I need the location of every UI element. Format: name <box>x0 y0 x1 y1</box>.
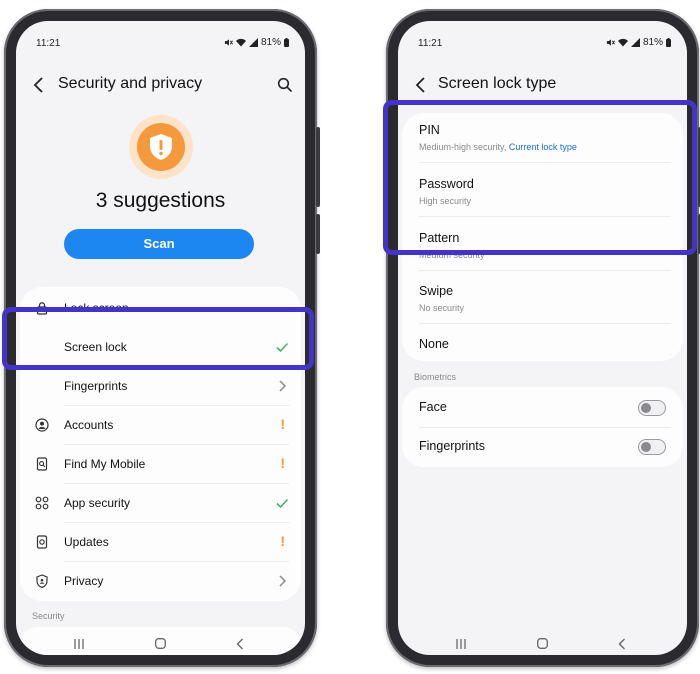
signal-icon <box>248 38 258 47</box>
battery-percent: 81% <box>642 37 663 48</box>
section-header-biometrics: Biometrics <box>414 372 457 382</box>
divider <box>419 323 671 324</box>
option-title: None <box>419 337 449 351</box>
list-item-updates[interactable]: Updates ! <box>20 529 301 555</box>
updates-icon <box>36 535 48 549</box>
find-mobile-icon <box>36 457 48 471</box>
biometric-fingerprints[interactable]: Fingerprints <box>402 433 683 459</box>
search-icon[interactable] <box>277 77 293 93</box>
divider <box>64 405 289 406</box>
status-bar: 11:21 81% <box>398 21 687 51</box>
back-arrow-icon[interactable] <box>414 76 428 94</box>
biometric-face[interactable]: Face <box>402 394 683 420</box>
status-time: 11:21 <box>36 38 61 49</box>
biometrics-card: Face Fingerprints <box>402 387 683 467</box>
home-icon[interactable] <box>155 638 166 649</box>
status-icons: 81% <box>606 37 671 48</box>
status-icons: 81% <box>224 37 289 48</box>
divider <box>419 427 671 428</box>
biometric-label: Face <box>419 400 447 414</box>
page-title: Security and privacy <box>58 75 203 92</box>
home-icon[interactable] <box>537 638 548 649</box>
chevron-right-icon <box>279 575 287 587</box>
battery-icon <box>666 38 671 47</box>
warning-indicator: ! <box>280 455 285 471</box>
nav-back-icon[interactable] <box>236 638 244 650</box>
mute-icon <box>606 39 615 46</box>
face-toggle[interactable] <box>638 400 666 416</box>
biometric-label: Fingerprints <box>419 439 485 453</box>
list-item-label: App security <box>64 496 131 510</box>
privacy-icon <box>36 574 48 588</box>
mute-icon <box>224 39 233 46</box>
suggestions-count: 3 suggestions <box>95 189 226 212</box>
nav-back-icon[interactable] <box>618 638 626 650</box>
app-bar: Screen lock type <box>398 73 687 99</box>
page-title: Screen lock type <box>438 75 557 92</box>
list-item-label: Fingerprints <box>64 379 128 393</box>
list-item-label: Privacy <box>64 574 104 588</box>
wifi-icon <box>235 38 246 47</box>
option-none[interactable]: None <box>402 331 683 357</box>
security-status-badge <box>129 115 193 179</box>
warning-indicator: ! <box>280 533 285 549</box>
shield-warning-icon <box>150 134 172 160</box>
chevron-right-icon <box>279 380 287 392</box>
battery-icon <box>284 38 289 47</box>
divider <box>64 483 289 484</box>
secure-options-highlight <box>383 100 697 255</box>
account-icon <box>35 418 49 432</box>
list-item-accounts[interactable]: Accounts ! <box>20 412 301 438</box>
navigation-bar <box>398 631 687 655</box>
list-item-label: Accounts <box>64 418 114 432</box>
divider <box>64 522 289 523</box>
list-item-label: Find My Mobile <box>64 457 146 471</box>
navigation-bar <box>16 631 305 655</box>
list-item-fingerprints[interactable]: Fingerprints <box>20 373 301 399</box>
list-item-find-my-mobile[interactable]: Find My Mobile ! <box>20 451 301 477</box>
list-item-app-security[interactable]: App security <box>20 490 301 516</box>
list-item-privacy[interactable]: Privacy <box>20 568 301 594</box>
status-time: 11:21 <box>418 38 443 49</box>
scan-button[interactable]: Scan <box>64 229 254 259</box>
divider <box>64 444 289 445</box>
warning-indicator: ! <box>280 416 285 432</box>
fingerprints-toggle[interactable] <box>638 439 666 455</box>
section-header-security: Security <box>32 611 65 621</box>
option-subtitle: No security <box>419 303 465 313</box>
power-button <box>316 214 320 254</box>
signal-icon <box>630 38 640 47</box>
recent-apps-icon[interactable] <box>73 639 85 649</box>
list-item-label: Updates <box>64 535 109 549</box>
battery-percent: 81% <box>260 37 281 48</box>
option-title: Swipe <box>419 284 454 298</box>
back-arrow-icon[interactable] <box>32 76 46 94</box>
screen-lock-highlight <box>2 307 314 370</box>
check-icon <box>276 498 289 509</box>
wifi-icon <box>617 38 628 47</box>
app-security-icon <box>35 496 49 510</box>
option-swipe[interactable]: Swipe No security <box>402 280 683 320</box>
status-bar: 11:21 81% <box>16 21 305 51</box>
volume-button <box>316 127 320 207</box>
recent-apps-icon[interactable] <box>455 639 467 649</box>
divider <box>64 561 289 562</box>
divider <box>419 270 671 271</box>
app-bar: Security and privacy <box>16 73 305 99</box>
